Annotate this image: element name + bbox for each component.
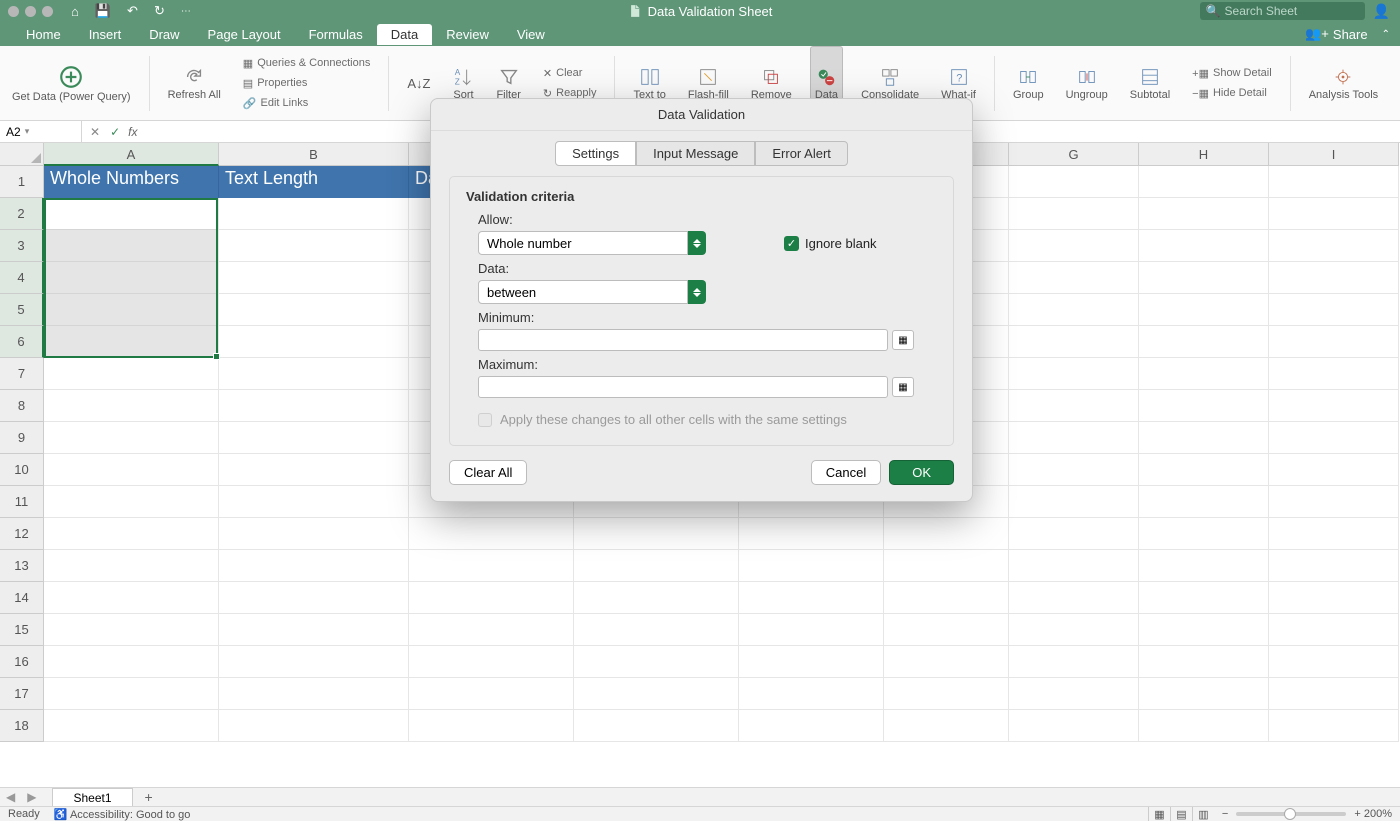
range-selector-icon[interactable]: ▦ [892,330,914,350]
modal-overlay: Data Validation Settings Input Message E… [0,0,1400,821]
maximum-label: Maximum: [478,357,937,372]
data-validation-dialog: Data Validation Settings Input Message E… [430,98,973,502]
range-selector-icon[interactable]: ▦ [892,377,914,397]
clear-all-button[interactable]: Clear All [449,460,527,485]
ignore-blank-checkbox[interactable]: ✓ Ignore blank [784,236,877,251]
cancel-button[interactable]: Cancel [811,460,881,485]
checkmark-icon: ✓ [784,236,799,251]
data-select[interactable]: between [478,280,937,304]
validation-criteria-label: Validation criteria [466,189,937,204]
allow-select[interactable]: Whole number [478,231,706,255]
dialog-tab-input-message[interactable]: Input Message [636,141,755,166]
dialog-tabs: Settings Input Message Error Alert [431,131,972,172]
data-label: Data: [478,261,937,276]
dialog-title: Data Validation [431,99,972,131]
minimum-label: Minimum: [478,310,937,325]
dialog-tab-error-alert[interactable]: Error Alert [755,141,848,166]
apply-all-checkbox: Apply these changes to all other cells w… [478,412,937,427]
chevron-updown-icon [688,231,706,255]
minimum-input[interactable] [478,329,888,351]
allow-label: Allow: [478,212,937,227]
ok-button[interactable]: OK [889,460,954,485]
maximum-input[interactable] [478,376,888,398]
dialog-tab-settings[interactable]: Settings [555,141,636,166]
chevron-updown-icon [688,280,706,304]
